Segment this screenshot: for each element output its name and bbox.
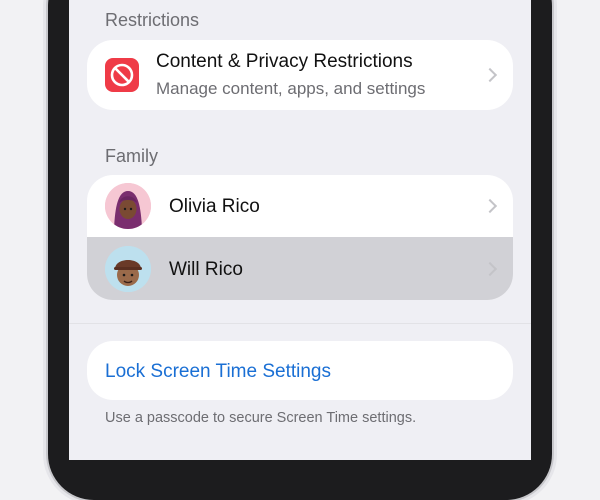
will-avatar bbox=[105, 246, 151, 292]
lock-card: Lock Screen Time Settings bbox=[87, 341, 513, 400]
chevron-right-icon bbox=[482, 261, 498, 276]
olivia-avatar bbox=[105, 183, 151, 229]
family-section-header: Family bbox=[105, 146, 158, 166]
family-member-row-will[interactable]: Will Rico bbox=[87, 237, 513, 300]
family-card: Olivia Rico Will Rico bbox=[87, 175, 513, 300]
family-member-name: Olivia Rico bbox=[169, 196, 260, 217]
lock-screen-time-settings-button[interactable]: Lock Screen Time Settings bbox=[87, 341, 513, 400]
content-privacy-restrictions-row[interactable]: Content & Privacy Restrictions Manage co… bbox=[87, 40, 513, 110]
chevron-right-icon bbox=[482, 67, 498, 83]
lock-footnote: Use a passcode to secure Screen Time set… bbox=[105, 410, 417, 426]
section-divider bbox=[69, 323, 531, 324]
no-entry-icon bbox=[105, 58, 139, 92]
lock-screen-time-settings-label: Lock Screen Time Settings bbox=[105, 361, 331, 382]
family-member-name: Will Rico bbox=[169, 259, 243, 280]
family-member-row-olivia[interactable]: Olivia Rico bbox=[87, 175, 513, 237]
restrictions-card: Content & Privacy Restrictions Manage co… bbox=[87, 40, 513, 110]
content-privacy-restrictions-title: Content & Privacy Restrictions bbox=[156, 51, 413, 72]
settings-screen: Restrictions Content & Privacy Restricti… bbox=[69, 0, 531, 460]
restrictions-section-header: Restrictions bbox=[105, 10, 200, 30]
chevron-right-icon bbox=[482, 198, 498, 214]
content-privacy-restrictions-subtitle: Manage content, apps, and settings bbox=[156, 79, 426, 98]
